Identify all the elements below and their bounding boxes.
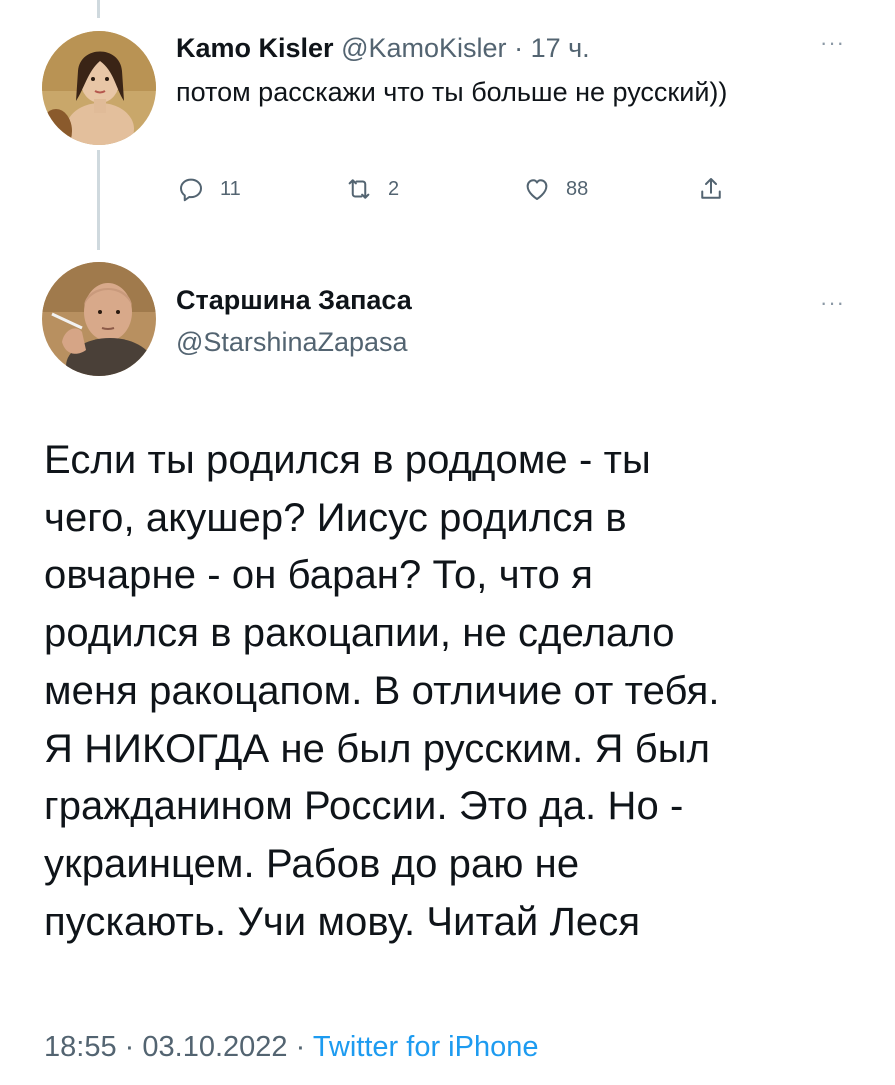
- tweet-text: потом расскажи что ты больше не русский)…: [176, 77, 728, 107]
- retweet-icon: [348, 179, 370, 199]
- more-horizontal-icon[interactable]: ···: [820, 32, 845, 54]
- tweet-text-line: меня ракоцапом. В отличие от тебя.: [44, 668, 720, 713]
- meta-separator: ·: [514, 33, 524, 63]
- retweet-button[interactable]: 2: [344, 172, 399, 206]
- tweet-text-line: родился в ракоцапии, не сделало: [44, 611, 675, 656]
- tweet-text-line: гражданином России. Это да. Но -: [44, 784, 684, 829]
- reply-icon: [180, 178, 202, 202]
- meta-separator: ·: [295, 1031, 306, 1063]
- tweet-source-link[interactable]: Twitter for iPhone: [313, 1031, 539, 1063]
- tweet-actions: 11 2 88: [176, 172, 776, 206]
- reply-count: 11: [220, 177, 241, 200]
- retweet-count: 2: [388, 177, 400, 200]
- tweet-text-line: Если ты родился в роддоме - ты: [44, 438, 651, 482]
- reply-button[interactable]: 11: [176, 172, 241, 206]
- tweet-date[interactable]: 03.10.2022: [142, 1031, 287, 1063]
- tweet-text: Если ты родился в роддоме - ты чего, аку…: [44, 432, 864, 951]
- tweet-text-line: чего, акушер? Иисус родился в: [44, 495, 627, 540]
- tweet-text-line: Я НИКОГДА не был русским. Я был: [44, 726, 711, 771]
- reply-tweet[interactable]: Kamo Kisler @KamoKisler · 17 ч. ··· пото…: [0, 0, 895, 255]
- author-handle[interactable]: @KamoKisler: [341, 33, 506, 63]
- tweet-text-line: овчарне - он баран? То, что я: [44, 553, 593, 598]
- avatar[interactable]: [42, 31, 156, 145]
- share-icon: [701, 178, 721, 199]
- tweet-text-line: пускають. Учи мову. Читай Леся: [44, 899, 641, 944]
- tweet-footer: 18:55 · 03.10.2022 · Twitter for iPhone: [44, 1029, 538, 1065]
- tweet-time[interactable]: 17 ч.: [531, 33, 590, 63]
- avatar[interactable]: [42, 262, 156, 376]
- author-name[interactable]: Старшина Запаса: [176, 283, 412, 317]
- like-count: 88: [566, 177, 589, 200]
- author-handle[interactable]: @StarshinaZapasa: [176, 325, 408, 359]
- meta-separator: ·: [124, 1031, 135, 1063]
- tweet-text-line: украинцем. Рабов до раю не: [44, 841, 580, 886]
- tweet-time[interactable]: 18:55: [44, 1031, 117, 1063]
- author-name[interactable]: Kamo Kisler: [176, 33, 334, 63]
- share-button[interactable]: [696, 172, 726, 206]
- more-horizontal-icon[interactable]: ···: [820, 292, 845, 314]
- heart-icon: [526, 179, 548, 200]
- reply-header: Kamo Kisler @KamoKisler · 17 ч.: [176, 32, 590, 64]
- tweet-thread: Kamo Kisler @KamoKisler · 17 ч. ··· пото…: [0, 0, 895, 1085]
- like-button[interactable]: 88: [522, 172, 588, 206]
